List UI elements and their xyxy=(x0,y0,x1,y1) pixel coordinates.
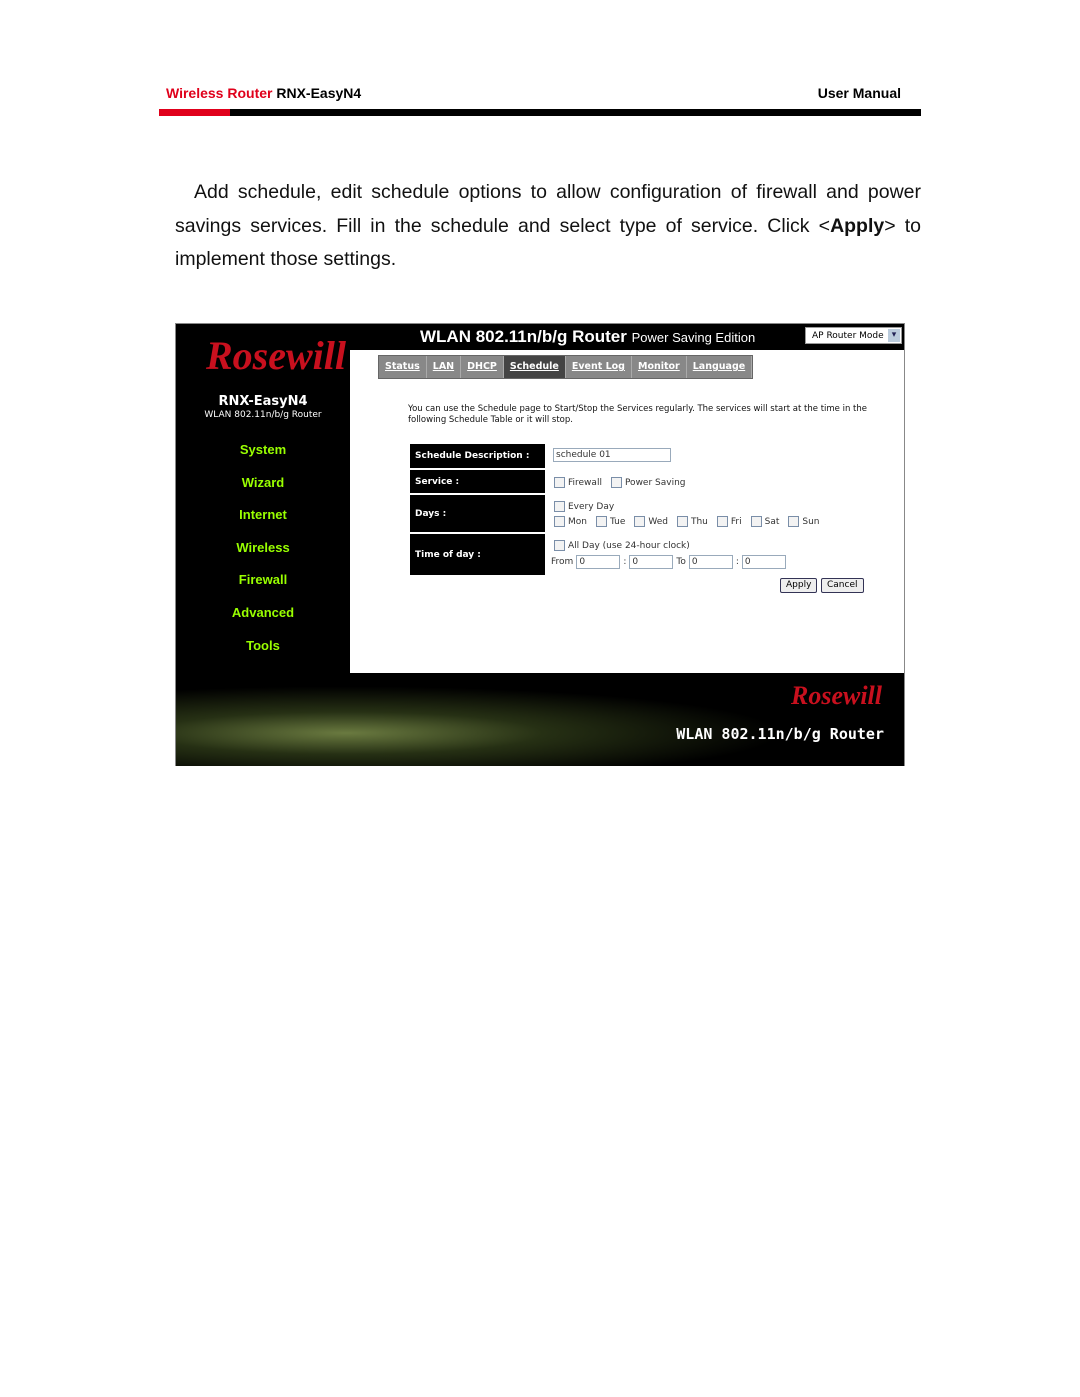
to-minute-input[interactable]: 0 xyxy=(741,555,786,569)
tab-lan[interactable]: LAN xyxy=(427,356,462,378)
tab-monitor[interactable]: Monitor xyxy=(632,356,687,378)
nav-tools[interactable]: Tools xyxy=(176,638,350,671)
firewall-checkbox[interactable] xyxy=(554,477,565,488)
nav-advanced[interactable]: Advanced xyxy=(176,605,350,638)
nav-internet[interactable]: Internet xyxy=(176,507,350,540)
fri-checkbox[interactable] xyxy=(716,516,728,527)
label-time: Time of day : xyxy=(410,534,545,575)
mode-select[interactable]: AP Router Mode ▾ xyxy=(805,327,902,344)
all-day-checkbox[interactable] xyxy=(554,540,565,551)
tab-status[interactable]: Status xyxy=(379,356,427,378)
from-hour-input[interactable]: 0 xyxy=(576,555,621,569)
tab-schedule[interactable]: Schedule xyxy=(503,356,566,378)
rosewill-logo-footer: Rosewill xyxy=(790,681,882,710)
tab-dhcp[interactable]: DHCP xyxy=(461,356,504,378)
every-day-checkbox[interactable] xyxy=(554,501,565,512)
model-name: RNX-EasyN4 xyxy=(218,394,308,409)
body-paragraph: Add schedule, edit schedule options to a… xyxy=(175,181,921,270)
footer-title: WLAN 802.11n/b/g Router xyxy=(676,725,884,743)
tab-language[interactable]: Language xyxy=(687,356,753,378)
thu-checkbox[interactable] xyxy=(676,516,688,527)
rosewill-logo: Rosewill xyxy=(206,333,347,378)
intro-text: You can use the Schedule page to Start/S… xyxy=(408,404,867,425)
sidebar: Rosewill RNX-EasyN4 WLAN 802.11n/b/g Rou… xyxy=(176,324,350,673)
router-title: WLAN 802.11n/b/g Router Power Saving Edi… xyxy=(420,327,756,346)
tue-checkbox[interactable] xyxy=(595,516,607,527)
sidebar-nav: System Wizard Internet Wireless Firewall… xyxy=(176,442,350,670)
schedule-description-input[interactable]: schedule 01 xyxy=(553,448,671,462)
nav-wizard[interactable]: Wizard xyxy=(176,475,350,508)
cancel-button[interactable]: Cancel xyxy=(821,578,864,593)
label-description: Schedule Description : xyxy=(410,444,545,468)
nav-system[interactable]: System xyxy=(176,442,350,475)
manual-page: Wireless Router RNX-EasyN4 User Manual A… xyxy=(0,0,1080,1397)
header-product: Wireless Router RNX-EasyN4 xyxy=(166,85,362,101)
model-subtitle: WLAN 802.11n/b/g Router xyxy=(204,410,322,420)
from-minute-input[interactable]: 0 xyxy=(629,555,674,569)
sun-checkbox[interactable] xyxy=(788,516,800,527)
wed-checkbox[interactable] xyxy=(634,516,646,527)
router-screenshot: Rosewill RNX-EasyN4 WLAN 802.11n/b/g Rou… xyxy=(175,323,905,766)
to-hour-input[interactable]: 0 xyxy=(688,555,733,569)
nav-wireless[interactable]: Wireless xyxy=(176,540,350,573)
mon-checkbox[interactable] xyxy=(554,516,565,527)
footer-banner: Rosewill WLAN 802.11n/b/g Router xyxy=(176,673,904,766)
sat-checkbox[interactable] xyxy=(750,516,762,527)
nav-firewall[interactable]: Firewall xyxy=(176,572,350,605)
chevron-down-icon: ▾ xyxy=(888,329,900,342)
header-rule xyxy=(159,109,921,116)
power-saving-checkbox[interactable] xyxy=(610,477,622,488)
title-bar: WLAN 802.11n/b/g Router Power Saving Edi… xyxy=(350,324,904,350)
tab-bar: Status LAN DHCP Schedule Event Log Monit… xyxy=(378,355,754,379)
label-days: Days : xyxy=(410,495,545,532)
label-service: Service : xyxy=(410,470,545,493)
tab-event-log[interactable]: Event Log xyxy=(566,356,632,378)
apply-button[interactable]: Apply xyxy=(780,578,818,593)
header-doc-type: User Manual xyxy=(817,85,901,101)
